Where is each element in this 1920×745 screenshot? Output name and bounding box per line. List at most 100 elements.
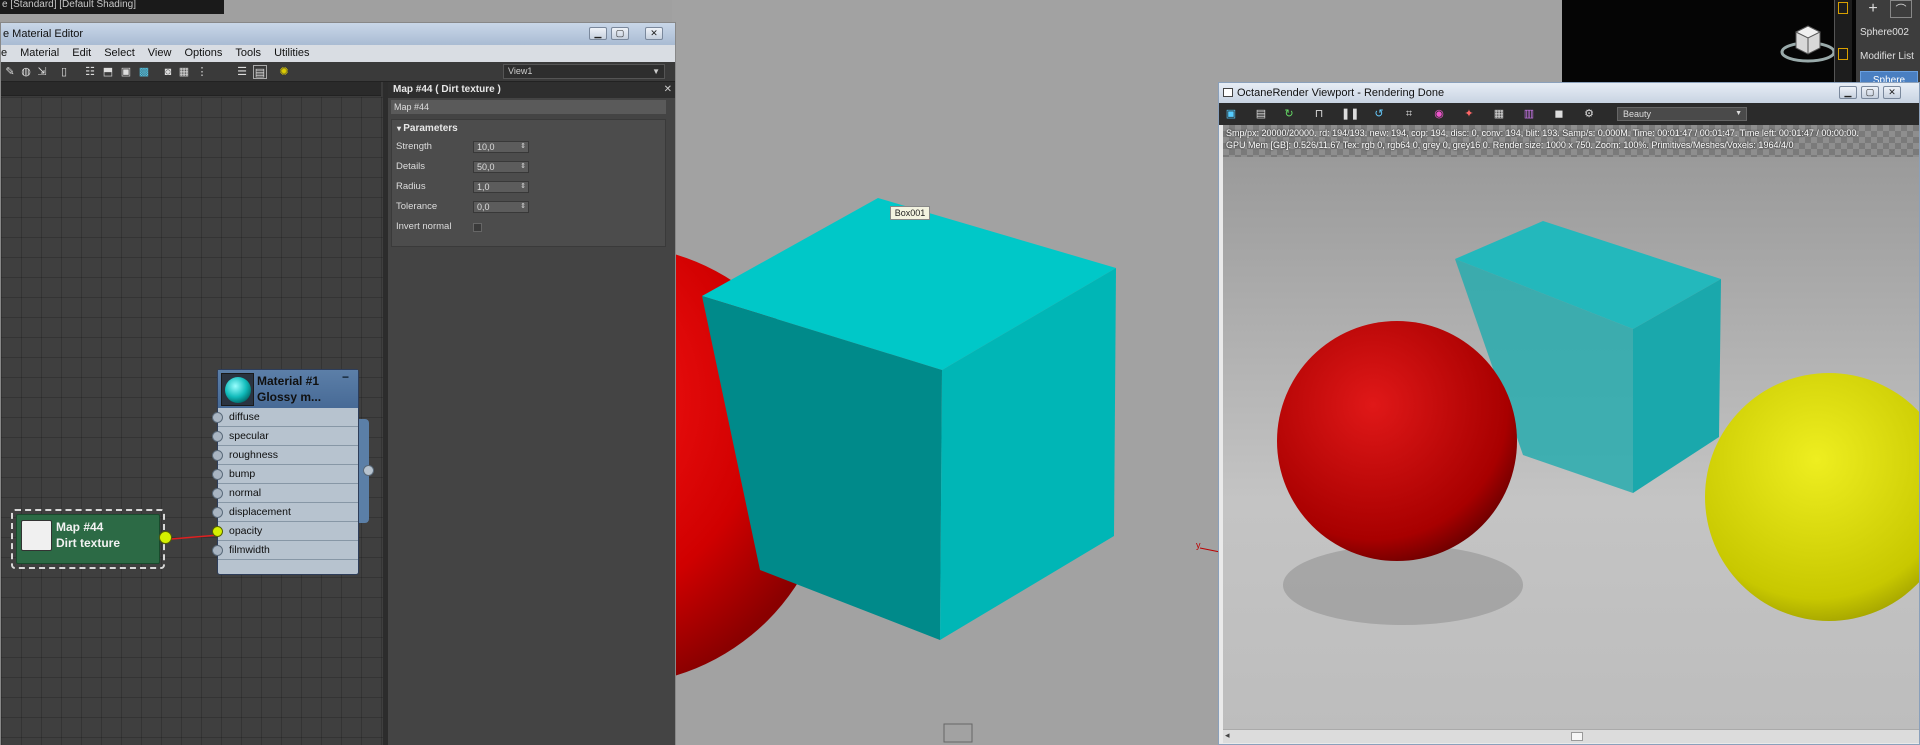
invert-normal-checkbox[interactable] bbox=[473, 223, 482, 232]
pause-icon[interactable]: ❚❚ bbox=[1341, 106, 1359, 122]
input-socket[interactable] bbox=[212, 450, 223, 461]
menu-view[interactable]: View bbox=[142, 45, 179, 62]
get-material-icon[interactable]: ◍ bbox=[19, 65, 33, 79]
settings-gear-icon[interactable]: ⚙ bbox=[1581, 106, 1597, 122]
details-value: 50,0 bbox=[477, 162, 495, 172]
tolerance-spinner[interactable]: 0,0 ⇕ bbox=[473, 201, 529, 213]
rollout-header[interactable]: ▾ Parameters bbox=[392, 120, 665, 137]
details-spinner[interactable]: 50,0 ⇕ bbox=[473, 161, 529, 173]
strength-spinner[interactable]: 10,0 ⇕ bbox=[473, 141, 529, 153]
render-pass-dropdown[interactable]: Beauty ▼ bbox=[1617, 107, 1747, 121]
select-icon[interactable]: ▦ bbox=[177, 65, 191, 79]
layout-icon[interactable]: ☷ bbox=[83, 65, 97, 79]
color-picker-icon[interactable]: ◉ bbox=[1431, 106, 1447, 122]
input-socket[interactable] bbox=[212, 488, 223, 499]
camera-icon[interactable]: ◼ bbox=[1551, 106, 1567, 122]
pan-icon[interactable]: ▤ bbox=[253, 65, 267, 79]
plus-icon[interactable]: + bbox=[1862, 0, 1884, 18]
delete-icon[interactable]: ▯ bbox=[57, 65, 71, 79]
octane-minimize-button[interactable]: ▁ bbox=[1839, 86, 1857, 99]
assign-icon[interactable]: ⇲ bbox=[35, 65, 49, 79]
octane-titlebar[interactable]: OctaneRender Viewport - Rendering Done bbox=[1219, 83, 1919, 103]
film-settings-icon[interactable]: ▦ bbox=[1491, 106, 1507, 122]
view-dropdown-value: View1 bbox=[508, 66, 533, 76]
details-label: Details bbox=[396, 161, 426, 172]
material-node-glossy[interactable]: Material #1 Glossy m... − diffuse specul… bbox=[212, 369, 359, 575]
slot-label: displacement bbox=[229, 506, 291, 518]
graph-header bbox=[1, 82, 381, 96]
slot-bump[interactable]: bump bbox=[212, 465, 358, 484]
octane-close-button[interactable]: ✕ bbox=[1883, 86, 1901, 99]
slot-roughness[interactable]: roughness bbox=[212, 446, 358, 465]
slot-diffuse[interactable]: diffuse bbox=[212, 408, 358, 427]
parameter-editor-title: Map #44 ( Dirt texture ) bbox=[388, 82, 675, 98]
object-name-field[interactable]: Sphere002 bbox=[1860, 24, 1918, 42]
menu-material[interactable]: Material bbox=[14, 45, 66, 62]
refresh-icon[interactable]: ↺ bbox=[1371, 106, 1387, 122]
zoom-icon[interactable]: ✺ bbox=[277, 65, 291, 79]
render-stats-line2: GPU Mem [GB]: 0.526/11.67 Tex: rgb 0, rg… bbox=[1226, 140, 1794, 150]
strength-value: 10,0 bbox=[477, 142, 495, 152]
maximize-button[interactable]: ▢ bbox=[611, 27, 629, 40]
hierarchy-icon[interactable]: ⋮ bbox=[195, 65, 209, 79]
map-node-dirt-texture[interactable]: Map #44 Dirt texture bbox=[11, 509, 165, 569]
slot-specular[interactable]: specular bbox=[212, 427, 358, 446]
slot-displacement[interactable]: displacement bbox=[212, 503, 358, 522]
corner-marker-icon bbox=[1838, 2, 1848, 14]
menu-rendering[interactable]: e bbox=[1, 45, 14, 62]
view-dropdown[interactable]: View1 ▼ bbox=[503, 64, 665, 79]
input-socket[interactable] bbox=[212, 469, 223, 480]
collapse-node-button[interactable]: − bbox=[342, 371, 354, 383]
menu-tools[interactable]: Tools bbox=[229, 45, 268, 62]
close-button[interactable]: ✕ bbox=[645, 27, 663, 40]
lock-icon[interactable]: ⊓ bbox=[1311, 106, 1327, 122]
nav-icon[interactable]: ☰ bbox=[235, 65, 249, 79]
region-icon[interactable]: ⌗ bbox=[1401, 106, 1417, 122]
modifier-list-dropdown[interactable]: Modifier List bbox=[1860, 48, 1918, 66]
octane-maximize-button[interactable]: ▢ bbox=[1861, 86, 1879, 99]
viewcube-icon[interactable] bbox=[1780, 14, 1836, 66]
spinner-arrows-icon: ⇕ bbox=[520, 143, 526, 150]
input-socket[interactable] bbox=[212, 545, 223, 556]
scroll-left-icon[interactable]: ◂ bbox=[1225, 730, 1230, 741]
input-socket[interactable] bbox=[212, 431, 223, 442]
menu-select[interactable]: Select bbox=[98, 45, 142, 62]
menu-options[interactable]: Options bbox=[178, 45, 229, 62]
scrollbar-thumb[interactable] bbox=[1571, 732, 1583, 741]
minimize-button[interactable]: ▁ bbox=[589, 27, 607, 40]
render-stats-line1: Smp/px: 20000/20000. rd: 194/193. new: 1… bbox=[1226, 128, 1859, 138]
save-image-icon[interactable]: ▤ bbox=[1253, 106, 1269, 122]
input-socket[interactable] bbox=[212, 412, 223, 423]
material-output-socket[interactable] bbox=[363, 465, 374, 476]
show-background-icon[interactable]: ▩ bbox=[137, 65, 151, 79]
render-icon[interactable]: ▣ bbox=[1223, 106, 1239, 122]
horizontal-scrollbar[interactable]: ◂ bbox=[1223, 729, 1919, 743]
slot-opacity[interactable]: opacity bbox=[212, 522, 358, 541]
show-map-icon[interactable]: ▣ bbox=[119, 65, 133, 79]
slate-material-editor-window: e Material Editor ▁ ▢ ✕ e Material Edit Sel… bbox=[0, 22, 676, 745]
spinner-arrows-icon: ⇕ bbox=[520, 203, 526, 210]
slot-filmwidth[interactable]: filmwidth bbox=[212, 541, 358, 560]
menu-edit[interactable]: Edit bbox=[66, 45, 98, 62]
map-name-field[interactable]: Map #44 bbox=[391, 100, 666, 114]
restart-icon[interactable]: ↻ bbox=[1281, 106, 1297, 122]
close-icon[interactable]: ✕ bbox=[664, 82, 672, 98]
radius-spinner[interactable]: 1,0 ⇕ bbox=[473, 181, 529, 193]
move-children-icon[interactable]: ⬒ bbox=[101, 65, 115, 79]
focus-picker-icon[interactable]: ✦ bbox=[1461, 106, 1477, 122]
octane-title: OctaneRender Viewport - Rendering Done bbox=[1237, 87, 1445, 99]
chevron-down-icon: ▼ bbox=[1735, 110, 1742, 117]
map-output-socket[interactable] bbox=[159, 531, 172, 544]
curve-icon[interactable]: ⌒ bbox=[1890, 0, 1912, 18]
octane-render-image[interactable]: Smp/px: 20000/20000. rd: 194/193. new: 1… bbox=[1223, 125, 1919, 729]
backlight-icon[interactable]: ◙ bbox=[161, 65, 175, 79]
pick-material-icon[interactable]: ✎ bbox=[3, 65, 17, 79]
chevron-down-icon: ▼ bbox=[652, 67, 660, 76]
slot-normal[interactable]: normal bbox=[212, 484, 358, 503]
input-socket[interactable] bbox=[212, 507, 223, 518]
input-socket-connected[interactable] bbox=[212, 526, 223, 537]
material-picker-icon[interactable]: ▥ bbox=[1521, 106, 1537, 122]
menu-utilities[interactable]: Utilities bbox=[268, 45, 316, 62]
material-editor-titlebar[interactable]: e Material Editor bbox=[1, 23, 675, 45]
desktop: y Box001 e [Standard] [Default Shading] … bbox=[0, 0, 1920, 745]
